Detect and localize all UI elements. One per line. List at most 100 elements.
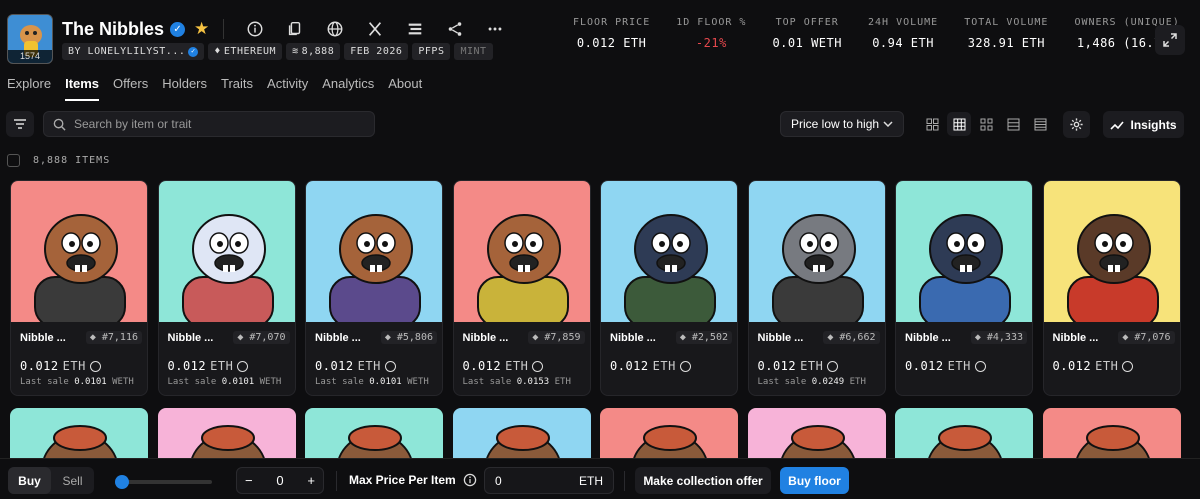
- nft-price: 0.012 ETH: [610, 359, 691, 373]
- nft-image[interactable]: [158, 181, 295, 322]
- copy-icon[interactable]: [284, 18, 306, 40]
- nft-card[interactable]: Nibble ... ◆ #6,662 0.012 ETH Last sale 0.02…: [747, 180, 886, 396]
- nft-card[interactable]: Nibble ... ◆ #5,806 0.012 ETH Last sale 0.01…: [305, 180, 443, 396]
- nft-name: Nibble ...: [315, 331, 361, 344]
- nft-image[interactable]: [306, 181, 442, 322]
- decrement-button[interactable]: −: [245, 473, 253, 488]
- x-twitter-icon[interactable]: [364, 18, 386, 40]
- search-input[interactable]: [74, 117, 354, 131]
- nft-card[interactable]: Nibble ... ◆ #7,076 0.012 ETH: [1042, 180, 1181, 396]
- slider-handle[interactable]: [115, 475, 129, 489]
- tab-offers[interactable]: Offers: [106, 76, 155, 100]
- token-id-badge: ◆ #6,662: [823, 331, 880, 344]
- tab-holders[interactable]: Holders: [155, 76, 214, 100]
- list-icon: [1007, 118, 1019, 130]
- token-id-badge: ◆ #7,859: [528, 331, 585, 344]
- stat-label: TOTAL VOLUME: [964, 17, 1049, 28]
- last-sale-label: Last sale: [315, 377, 364, 387]
- share-icon[interactable]: [444, 18, 466, 40]
- card-name-row: Nibble ... ◆ #5,806: [315, 331, 437, 344]
- info-icon[interactable]: [463, 473, 477, 487]
- nft-card[interactable]: Nibble ... ◆ #7,859 0.012 ETH Last sale 0.01…: [452, 180, 591, 396]
- grid-icon: [953, 118, 965, 130]
- nft-price: 0.012 ETH: [20, 359, 101, 373]
- stat-label: TOP OFFER: [775, 17, 839, 28]
- info-icon[interactable]: [244, 18, 266, 40]
- max-price-label-group: Max Price Per Item: [349, 473, 477, 487]
- ethereum-icon: ♦: [214, 46, 221, 57]
- stat-floor-price: FLOOR PRICE 0.012 ETH: [560, 17, 663, 50]
- tab-analytics[interactable]: Analytics: [315, 76, 381, 100]
- collection-avatar[interactable]: 1574: [7, 14, 53, 64]
- divider: [223, 19, 225, 39]
- nft-image[interactable]: [1043, 181, 1180, 322]
- creator-verified-icon: ✓: [188, 46, 199, 57]
- buy-tab[interactable]: Buy: [8, 467, 51, 494]
- settings-button[interactable]: [1063, 111, 1090, 138]
- select-all-checkbox[interactable]: [7, 154, 20, 167]
- nft-card[interactable]: Nibble ... ◆ #7,070 0.012 ETH Last sale 0.01…: [157, 180, 296, 396]
- tab-about[interactable]: About: [381, 76, 429, 100]
- nft-price: 0.012 ETH: [463, 359, 544, 373]
- search-icon: [53, 118, 66, 131]
- token-id: #7,859: [544, 332, 581, 343]
- nft-image[interactable]: [896, 181, 1032, 322]
- token-id-badge: ◆ #7,076: [1118, 331, 1175, 344]
- nft-image[interactable]: [748, 181, 885, 322]
- increment-button[interactable]: +: [307, 473, 315, 488]
- bars-logo-icon[interactable]: [404, 18, 426, 40]
- stat-floor-change: 1D FLOOR % -21%: [663, 17, 759, 50]
- make-collection-offer-button[interactable]: Make collection offer: [635, 467, 771, 494]
- avatar-badge: 1574: [8, 50, 52, 63]
- tab-items[interactable]: Items: [58, 76, 106, 101]
- favorite-star-icon[interactable]: ★: [194, 19, 209, 39]
- last-sale: Last sale 0.0249 ETH: [758, 377, 866, 387]
- price-unit: ETH: [947, 359, 971, 373]
- opensea-icon: [384, 360, 396, 372]
- token-id-badge: ◆ #4,333: [970, 331, 1027, 344]
- view-compact-button[interactable]: [974, 112, 998, 136]
- nft-price: 0.012 ETH: [315, 359, 396, 373]
- filter-button[interactable]: [6, 111, 34, 137]
- view-grid-button[interactable]: [947, 112, 971, 136]
- nft-card[interactable]: Nibble ... ◆ #2,502 0.012 ETH: [600, 180, 738, 396]
- more-icon[interactable]: [484, 18, 506, 40]
- quantity-value[interactable]: 0: [276, 473, 283, 488]
- price-value: 0.012: [20, 359, 59, 373]
- globe-icon[interactable]: [324, 18, 346, 40]
- last-sale-unit: WETH: [112, 377, 134, 387]
- chain-label: ETHEREUM: [223, 46, 277, 57]
- nft-name: Nibble ...: [462, 331, 509, 344]
- nft-image[interactable]: [601, 181, 737, 322]
- nft-card[interactable]: Nibble ... ◆ #4,333 0.012 ETH: [895, 180, 1033, 396]
- nft-image[interactable]: [453, 181, 590, 322]
- search-box[interactable]: [43, 111, 375, 137]
- last-sale-unit: ETH: [554, 377, 571, 387]
- stat-value: 0.012 ETH: [576, 36, 647, 50]
- opensea-icon: [679, 360, 691, 372]
- insights-button[interactable]: Insights: [1103, 111, 1184, 138]
- sort-dropdown[interactable]: Price low to high: [780, 111, 904, 137]
- price-unit: ETH: [652, 359, 676, 373]
- max-price-field[interactable]: ETH: [484, 467, 614, 494]
- tab-traits[interactable]: Traits: [214, 76, 260, 100]
- view-table-button[interactable]: [1028, 112, 1052, 136]
- sell-tab[interactable]: Sell: [51, 467, 94, 494]
- date-tag: FEB 2026: [344, 43, 409, 60]
- sweep-slider[interactable]: [115, 475, 212, 489]
- buy-floor-button[interactable]: Buy floor: [780, 467, 849, 494]
- tab-activity[interactable]: Activity: [260, 76, 315, 100]
- grid-compact-icon: [980, 118, 992, 130]
- last-sale-label: Last sale: [167, 377, 217, 387]
- view-large-grid-button[interactable]: [920, 112, 944, 136]
- last-sale-value: 0.0101: [74, 377, 107, 387]
- creator-tag[interactable]: BY LONELYLILYST... ✓: [62, 43, 205, 60]
- expand-button[interactable]: [1155, 25, 1185, 55]
- nft-image[interactable]: [11, 181, 147, 322]
- max-price-input[interactable]: [495, 473, 565, 488]
- quantity-stepper: − 0 +: [236, 467, 324, 494]
- nft-card[interactable]: Nibble ... ◆ #7,116 0.012 ETH Last sale 0.01…: [10, 180, 148, 396]
- tab-explore[interactable]: Explore: [0, 76, 58, 100]
- category-tag[interactable]: PFPS: [412, 43, 451, 60]
- view-list-button[interactable]: [1001, 112, 1025, 136]
